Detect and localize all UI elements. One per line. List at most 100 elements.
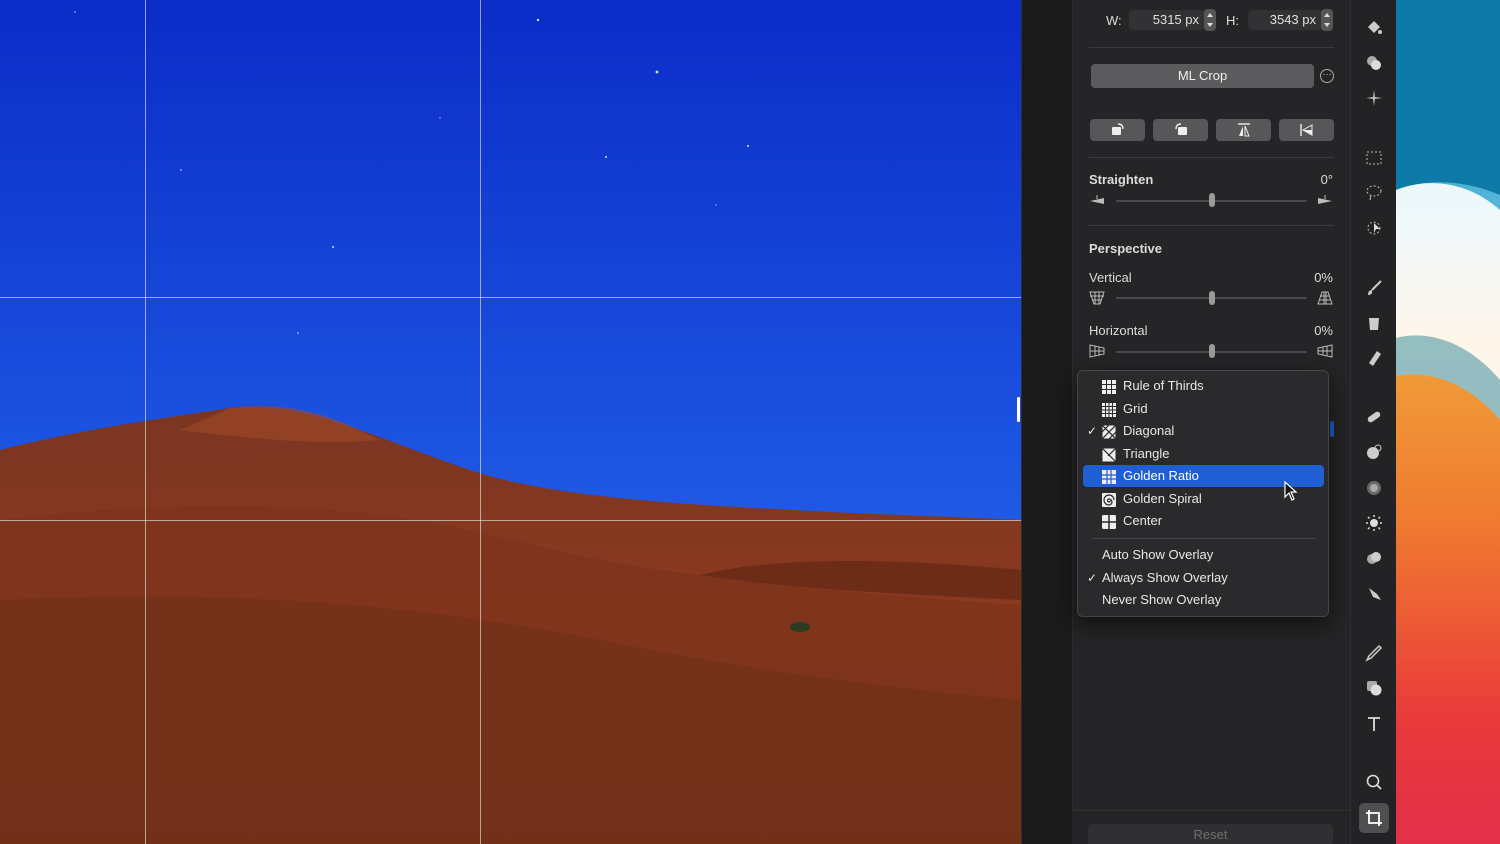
center-icon [1102,514,1116,529]
height-stepper[interactable] [1321,9,1333,31]
rule-of-thirds-icon [1102,379,1116,394]
tool-fill[interactable] [1363,312,1385,334]
reset-button[interactable]: Reset [1088,824,1333,844]
paint-bucket-icon [1368,21,1382,34]
grid-icon [1102,402,1116,417]
height-label: H: [1226,13,1239,28]
ml-crop-button[interactable]: ML Crop [1091,64,1314,88]
menu-item-grid[interactable]: Grid [1083,398,1324,420]
rotate-right-icon [1174,123,1187,135]
flip-vertical-button[interactable] [1216,119,1271,141]
horizontal-value: 0% [1314,323,1333,338]
tool-heal[interactable] [1363,406,1385,428]
menu-item-center[interactable]: Center [1083,510,1324,532]
menu-item-label: Grid [1123,400,1148,416]
tool-clone[interactable] [1363,441,1385,463]
tool-lasso[interactable] [1363,182,1385,204]
vertical-slider-knob[interactable] [1208,291,1215,305]
tool-color[interactable] [1363,52,1385,74]
checkmark-icon: ✓ [1087,424,1098,438]
height-field[interactable]: 3543 px [1248,10,1322,30]
overlay-line-horizontal-1 [0,297,1021,298]
menu-item-diagonal[interactable]: ✓ Diagonal [1083,420,1324,442]
photo-canvas[interactable] [0,0,1021,844]
tool-adjust[interactable] [1363,16,1385,38]
flip-horizontal-button[interactable] [1279,119,1334,141]
rotate-right-button[interactable] [1153,119,1208,141]
horizontal-slider-knob[interactable] [1208,344,1215,358]
tool-light[interactable] [1363,512,1385,534]
perspective-horizontal-right-icon [1317,344,1333,358]
menu-item-label: Rule of Thirds [1123,378,1204,393]
straighten-right-icon [1318,195,1332,204]
tool-select-rect[interactable] [1363,147,1385,169]
more-options-icon[interactable]: ··· [1320,69,1334,83]
eraser-icon [1369,351,1381,366]
perspective-vertical-narrow-icon [1089,291,1105,305]
rotate-left-button[interactable] [1090,119,1145,141]
tool-pen[interactable] [1363,642,1385,664]
tool-brush[interactable] [1363,277,1385,299]
menu-item-auto-show-overlay[interactable]: Auto Show Overlay [1083,544,1324,566]
menu-item-label: Always Show Overlay [1102,569,1228,585]
color-blob-icon [1367,552,1381,564]
tool-quick-select[interactable] [1363,217,1385,239]
shapes-icon [1367,681,1382,696]
tool-smudge[interactable] [1363,582,1385,604]
menu-item-label: Auto Show Overlay [1102,547,1214,562]
pen-icon [1365,644,1383,662]
marquee-icon [1366,151,1382,165]
menu-item-triangle[interactable]: Triangle [1083,443,1324,465]
bucket-icon [1369,318,1379,330]
tool-shapes[interactable] [1363,677,1385,699]
tool-zoom[interactable] [1363,771,1385,793]
quick-select-icon [1367,221,1381,235]
tool-color-adjust[interactable] [1363,547,1385,569]
menu-item-label: Triangle [1123,445,1170,461]
magnifier-icon [1366,774,1382,790]
straighten-slider-knob[interactable] [1208,193,1215,207]
overlay-popup-edge [1330,421,1334,437]
tool-eraser[interactable] [1363,347,1385,369]
tools-sidebar [1350,0,1396,844]
clone-stamp-icon [1367,444,1382,459]
brush-icon [1368,280,1382,295]
rotate-left-icon [1111,123,1124,135]
tool-blur[interactable] [1363,477,1385,499]
menu-separator [1092,538,1316,539]
golden-spiral-icon [1102,492,1116,507]
menu-item-label: Golden Ratio [1123,468,1199,483]
perspective-horizontal-left-icon [1089,344,1105,358]
canvas-gutter [1021,0,1072,844]
crop-icon [1366,810,1382,826]
tool-crop[interactable] [1359,803,1389,833]
width-stepper[interactable] [1204,9,1216,31]
sparkle-icon [1366,90,1382,106]
crop-edge-handle[interactable] [1017,397,1020,422]
overlay-line-horizontal-2 [0,520,1021,521]
desktop-wallpaper [1396,0,1500,844]
perspective-vertical-wide-icon [1317,291,1333,305]
text-tool-icon [1368,717,1380,731]
diagonal-icon [1101,424,1117,440]
straighten-left-icon [1090,195,1104,204]
checkmark-icon: ✓ [1087,570,1098,585]
tool-text[interactable] [1363,713,1385,735]
divider [1089,47,1334,48]
width-field[interactable]: 5315 px [1129,10,1205,30]
straighten-value: 0° [1320,172,1333,187]
blur-icon [1367,481,1381,495]
menu-item-always-show-overlay[interactable]: ✓ Always Show Overlay [1083,567,1324,589]
tool-effects[interactable] [1363,87,1385,109]
perspective-label: Perspective [1089,241,1162,256]
sun-icon [1366,515,1382,531]
triangle-icon [1101,447,1117,462]
inspector-footer: Reset [1072,810,1350,844]
color-circles-icon [1367,56,1381,70]
menu-item-never-show-overlay[interactable]: Never Show Overlay [1083,589,1324,611]
menu-item-label: Diagonal [1123,423,1175,438]
overlay-line-vertical-1 [145,0,146,844]
menu-item-label: Center [1123,513,1163,528]
menu-item-rule-of-thirds[interactable]: Rule of Thirds [1083,375,1324,397]
flip-vertical-icon [1237,123,1250,137]
